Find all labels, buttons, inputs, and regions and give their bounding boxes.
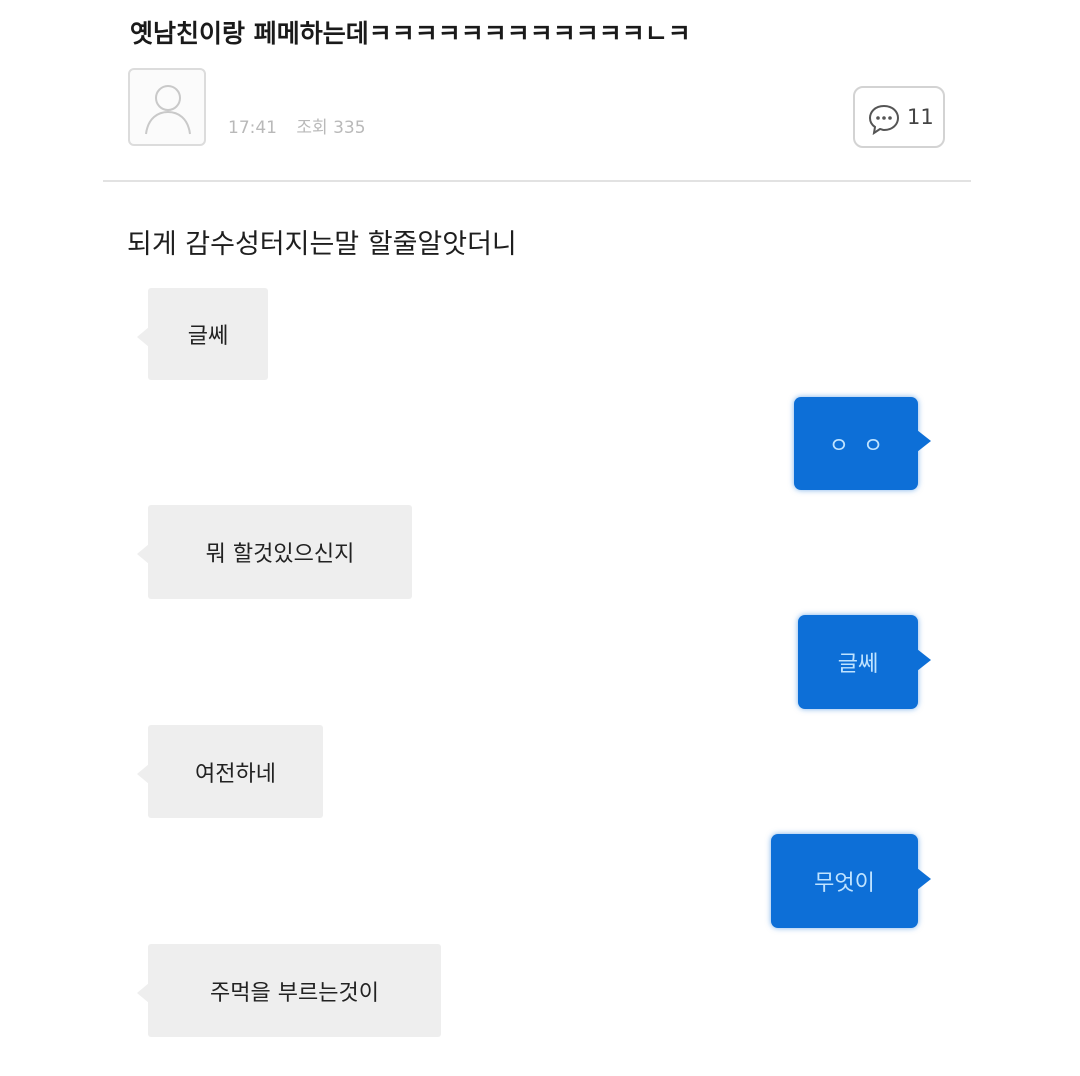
message-text: 뭐 할것있으신지 — [205, 542, 355, 567]
sent-message: 무엇이 — [771, 834, 931, 928]
message-text: 주먹을 부르는것이 — [210, 980, 379, 1006]
sent-message: 글쎄 — [798, 615, 931, 709]
comment-button[interactable]: 11 — [853, 86, 945, 148]
author-name-redacted — [219, 68, 289, 98]
sent-message: ㅇㅇ — [794, 397, 931, 490]
message-text: 글쎄 — [187, 324, 229, 349]
post-meta: 17:41 조회 335 — [228, 113, 380, 138]
message-text: 무엇이 — [814, 871, 875, 896]
post-views: 조회 335 — [296, 118, 366, 138]
received-message: 주먹을 부르는것이 — [137, 944, 441, 1037]
message-text: ㅇㅇ — [828, 433, 898, 459]
post-caption: 되게 감수성터지는말 할줄알앗더니 — [127, 229, 517, 260]
post-time: 17:41 — [228, 118, 277, 138]
post-title[interactable]: 옛남친이랑 페메하는데ㅋㅋㅋㅋㅋㅋㅋㅋㅋㅋㅋㅋㄴㅋ — [130, 14, 691, 50]
message-text: 여전하네 — [195, 761, 276, 787]
received-message: 글쎄 — [137, 288, 268, 380]
user-icon — [145, 85, 191, 135]
received-message: 뭐 할것있으신지 — [137, 505, 412, 599]
comment-count: 11 — [907, 105, 934, 129]
speech-bubble-icon — [868, 104, 900, 135]
received-message: 여전하네 — [137, 725, 323, 818]
screenshot-page: 옛남친이랑 페메하는데ㅋㅋㅋㅋㅋㅋㅋㅋㅋㅋㅋㅋㄴㅋ 17:41 조회 335 1… — [0, 0, 1080, 1076]
post-header: 옛남친이랑 페메하는데ㅋㅋㅋㅋㅋㅋㅋㅋㅋㅋㅋㅋㄴㅋ 17:41 조회 335 1… — [103, 0, 971, 182]
message-text: 글쎄 — [837, 652, 879, 677]
avatar[interactable] — [128, 68, 206, 146]
